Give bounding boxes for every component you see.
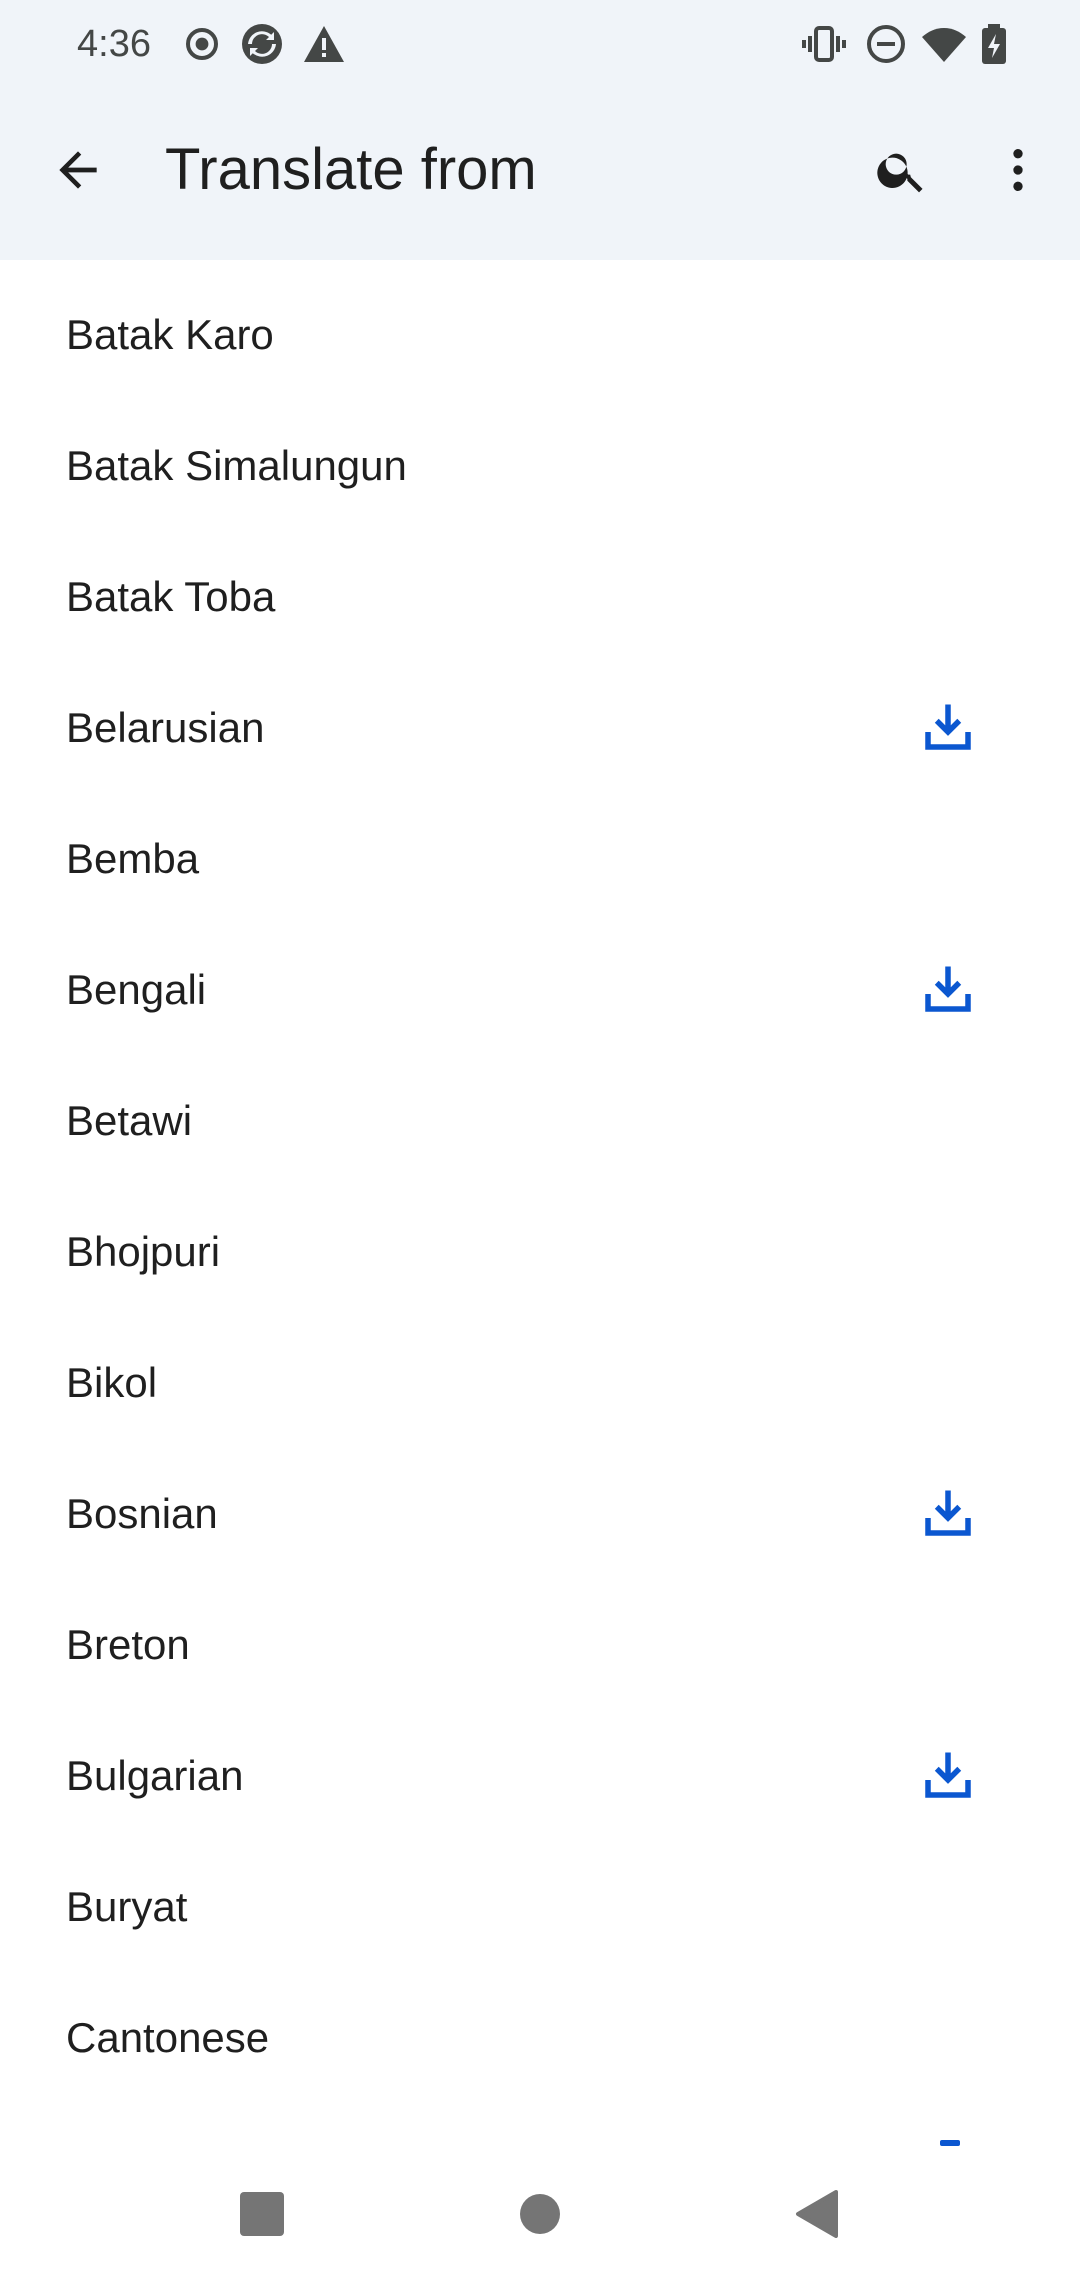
search-button[interactable]	[862, 130, 942, 210]
list-item[interactable]: Bengali	[0, 924, 1080, 1055]
list-item[interactable]: Batak Toba	[0, 531, 1080, 662]
list-item[interactable]: Breton	[0, 1579, 1080, 1710]
app-bar: Translate from	[0, 88, 1080, 260]
square-icon	[240, 2192, 284, 2236]
list-item[interactable]: Bhojpuri	[0, 1186, 1080, 1317]
back-nav-button[interactable]	[776, 2174, 856, 2254]
download-icon[interactable]	[918, 1745, 978, 1805]
language-label: Buryat	[66, 1882, 188, 1930]
language-label: Betawi	[66, 1096, 193, 1144]
download-icon[interactable]	[918, 1483, 978, 1543]
download-icon	[940, 2140, 960, 2146]
search-icon	[877, 153, 923, 193]
list-item[interactable]: Cantonese	[0, 1972, 1080, 2103]
list-item[interactable]: Bemba	[0, 793, 1080, 924]
triangle-back-icon	[796, 2190, 838, 2238]
language-label: Batak Toba	[66, 572, 276, 620]
list-item[interactable]: Bikol	[0, 1317, 1080, 1448]
screen: 4:36 Translate from Batak Karo Batak Sim…	[0, 0, 1080, 2280]
warning-icon	[300, 20, 348, 68]
language-label: Belarusian	[66, 703, 265, 751]
status-bar: 4:36	[0, 0, 1080, 88]
record-icon	[178, 20, 226, 68]
list-item[interactable]: Batak Karo	[0, 269, 1080, 400]
language-label: Breton	[66, 1620, 190, 1668]
list-item[interactable]: Bosnian	[0, 1448, 1080, 1579]
language-label: Bikol	[66, 1358, 158, 1406]
language-label: Batak Karo	[66, 310, 274, 358]
language-label: Bhojpuri	[66, 1227, 221, 1275]
language-label: Cantonese	[66, 2013, 270, 2061]
list-item[interactable]: Bulgarian	[0, 1710, 1080, 1841]
recents-button[interactable]	[222, 2174, 302, 2254]
list-item[interactable]: Belarusian	[0, 662, 1080, 793]
language-label: Bengali	[66, 965, 207, 1013]
language-list: Batak Karo Batak Simalungun Batak Toba B…	[0, 269, 1080, 2149]
status-time: 4:36	[77, 23, 151, 65]
language-label: Bemba	[66, 834, 200, 882]
sync-icon	[238, 20, 286, 68]
download-icon[interactable]	[918, 697, 978, 757]
navigation-bar	[0, 2148, 1080, 2280]
list-item[interactable]: Betawi	[0, 1055, 1080, 1186]
more-vert-icon	[1013, 149, 1023, 191]
battery-charging-icon	[970, 20, 1018, 68]
back-button[interactable]	[38, 130, 118, 210]
list-item[interactable]: Batak Simalungun	[0, 400, 1080, 531]
list-item[interactable]: Buryat	[0, 1841, 1080, 1972]
page-title: Translate from	[165, 137, 537, 202]
language-label: Batak Simalungun	[66, 441, 407, 489]
language-label: Bosnian	[66, 1489, 218, 1537]
language-label: Bulgarian	[66, 1751, 244, 1799]
more-options-button[interactable]	[978, 130, 1058, 210]
wifi-icon	[920, 20, 968, 68]
home-button[interactable]	[500, 2174, 580, 2254]
arrow-back-icon	[59, 151, 97, 189]
vibrate-icon	[800, 20, 848, 68]
do-not-disturb-icon	[862, 20, 910, 68]
download-icon[interactable]	[918, 959, 978, 1019]
circle-icon	[520, 2194, 560, 2234]
